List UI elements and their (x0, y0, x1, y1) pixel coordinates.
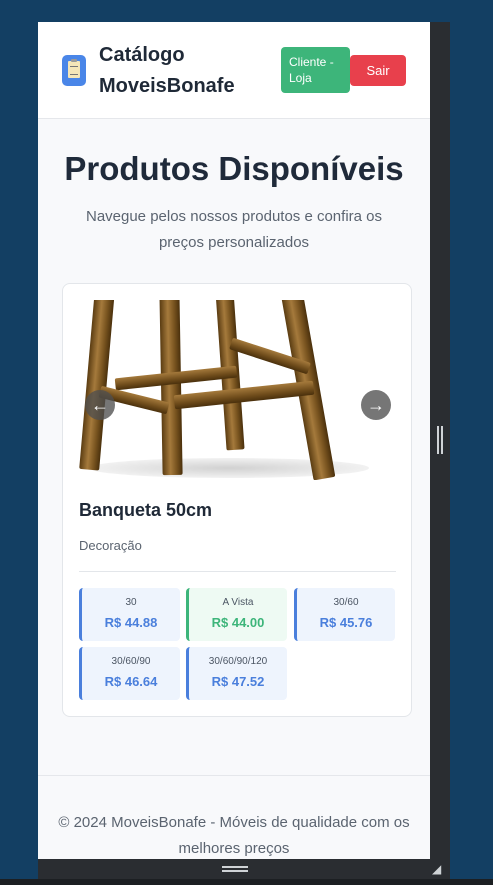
price-term: 30/60 (333, 597, 359, 608)
page-subtitle: Navegue pelos nossos produtos e confira … (85, 208, 382, 251)
bottom-grip-icon[interactable] (222, 866, 248, 872)
price-value: R$ 45.76 (319, 615, 373, 630)
logout-button[interactable]: Sair (350, 55, 406, 86)
brand-title: Catálogo MoveisBonafe (99, 44, 235, 97)
product-image-carousel[interactable]: ← → (79, 300, 397, 480)
footer-text: © 2024 MoveisBonafe - Móveis de qualidad… (58, 814, 410, 857)
price-term: 30/60/90/120 (208, 656, 268, 667)
product-card[interactable]: ← → Banqueta 50cm Decoração 30 R$ 44.88 … (62, 283, 412, 717)
site-header: Catálogo MoveisBonafe Cliente - Loja Sai… (38, 22, 430, 119)
page-title: Produtos Disponíveis (64, 150, 404, 187)
price-option: 30/60/90/120 R$ 47.52 (186, 647, 287, 700)
price-term: 30/60/90 (111, 656, 151, 667)
price-value: R$ 44.88 (104, 615, 158, 630)
price-value: R$ 44.00 (211, 615, 265, 630)
price-term: 30 (125, 597, 137, 608)
carousel-next-button[interactable]: → (361, 390, 391, 420)
product-category: Decoração (79, 538, 142, 553)
resize-handle-icon[interactable]: ◢ (432, 862, 446, 876)
window-bottom-edge (0, 879, 493, 885)
product-name: Banqueta 50cm (79, 500, 213, 520)
price-option: 30 R$ 44.88 (79, 588, 180, 641)
clipboard-icon (62, 55, 86, 86)
price-value: R$ 47.52 (211, 674, 265, 689)
carousel-prev-button[interactable]: ← (85, 390, 115, 420)
client-store-button[interactable]: Cliente - Loja (281, 47, 350, 93)
price-term: A Vista (222, 597, 254, 608)
splitter-grip-icon[interactable] (437, 426, 443, 454)
app-viewport: Catálogo MoveisBonafe Cliente - Loja Sai… (38, 22, 430, 859)
divider (79, 571, 396, 572)
price-option-vista: A Vista R$ 44.00 (186, 588, 287, 641)
price-value: R$ 46.64 (104, 674, 158, 689)
site-footer: © 2024 MoveisBonafe - Móveis de qualidad… (38, 775, 430, 859)
price-option: 30/60/90 R$ 46.64 (79, 647, 180, 700)
price-option: 30/60 R$ 45.76 (294, 588, 395, 641)
